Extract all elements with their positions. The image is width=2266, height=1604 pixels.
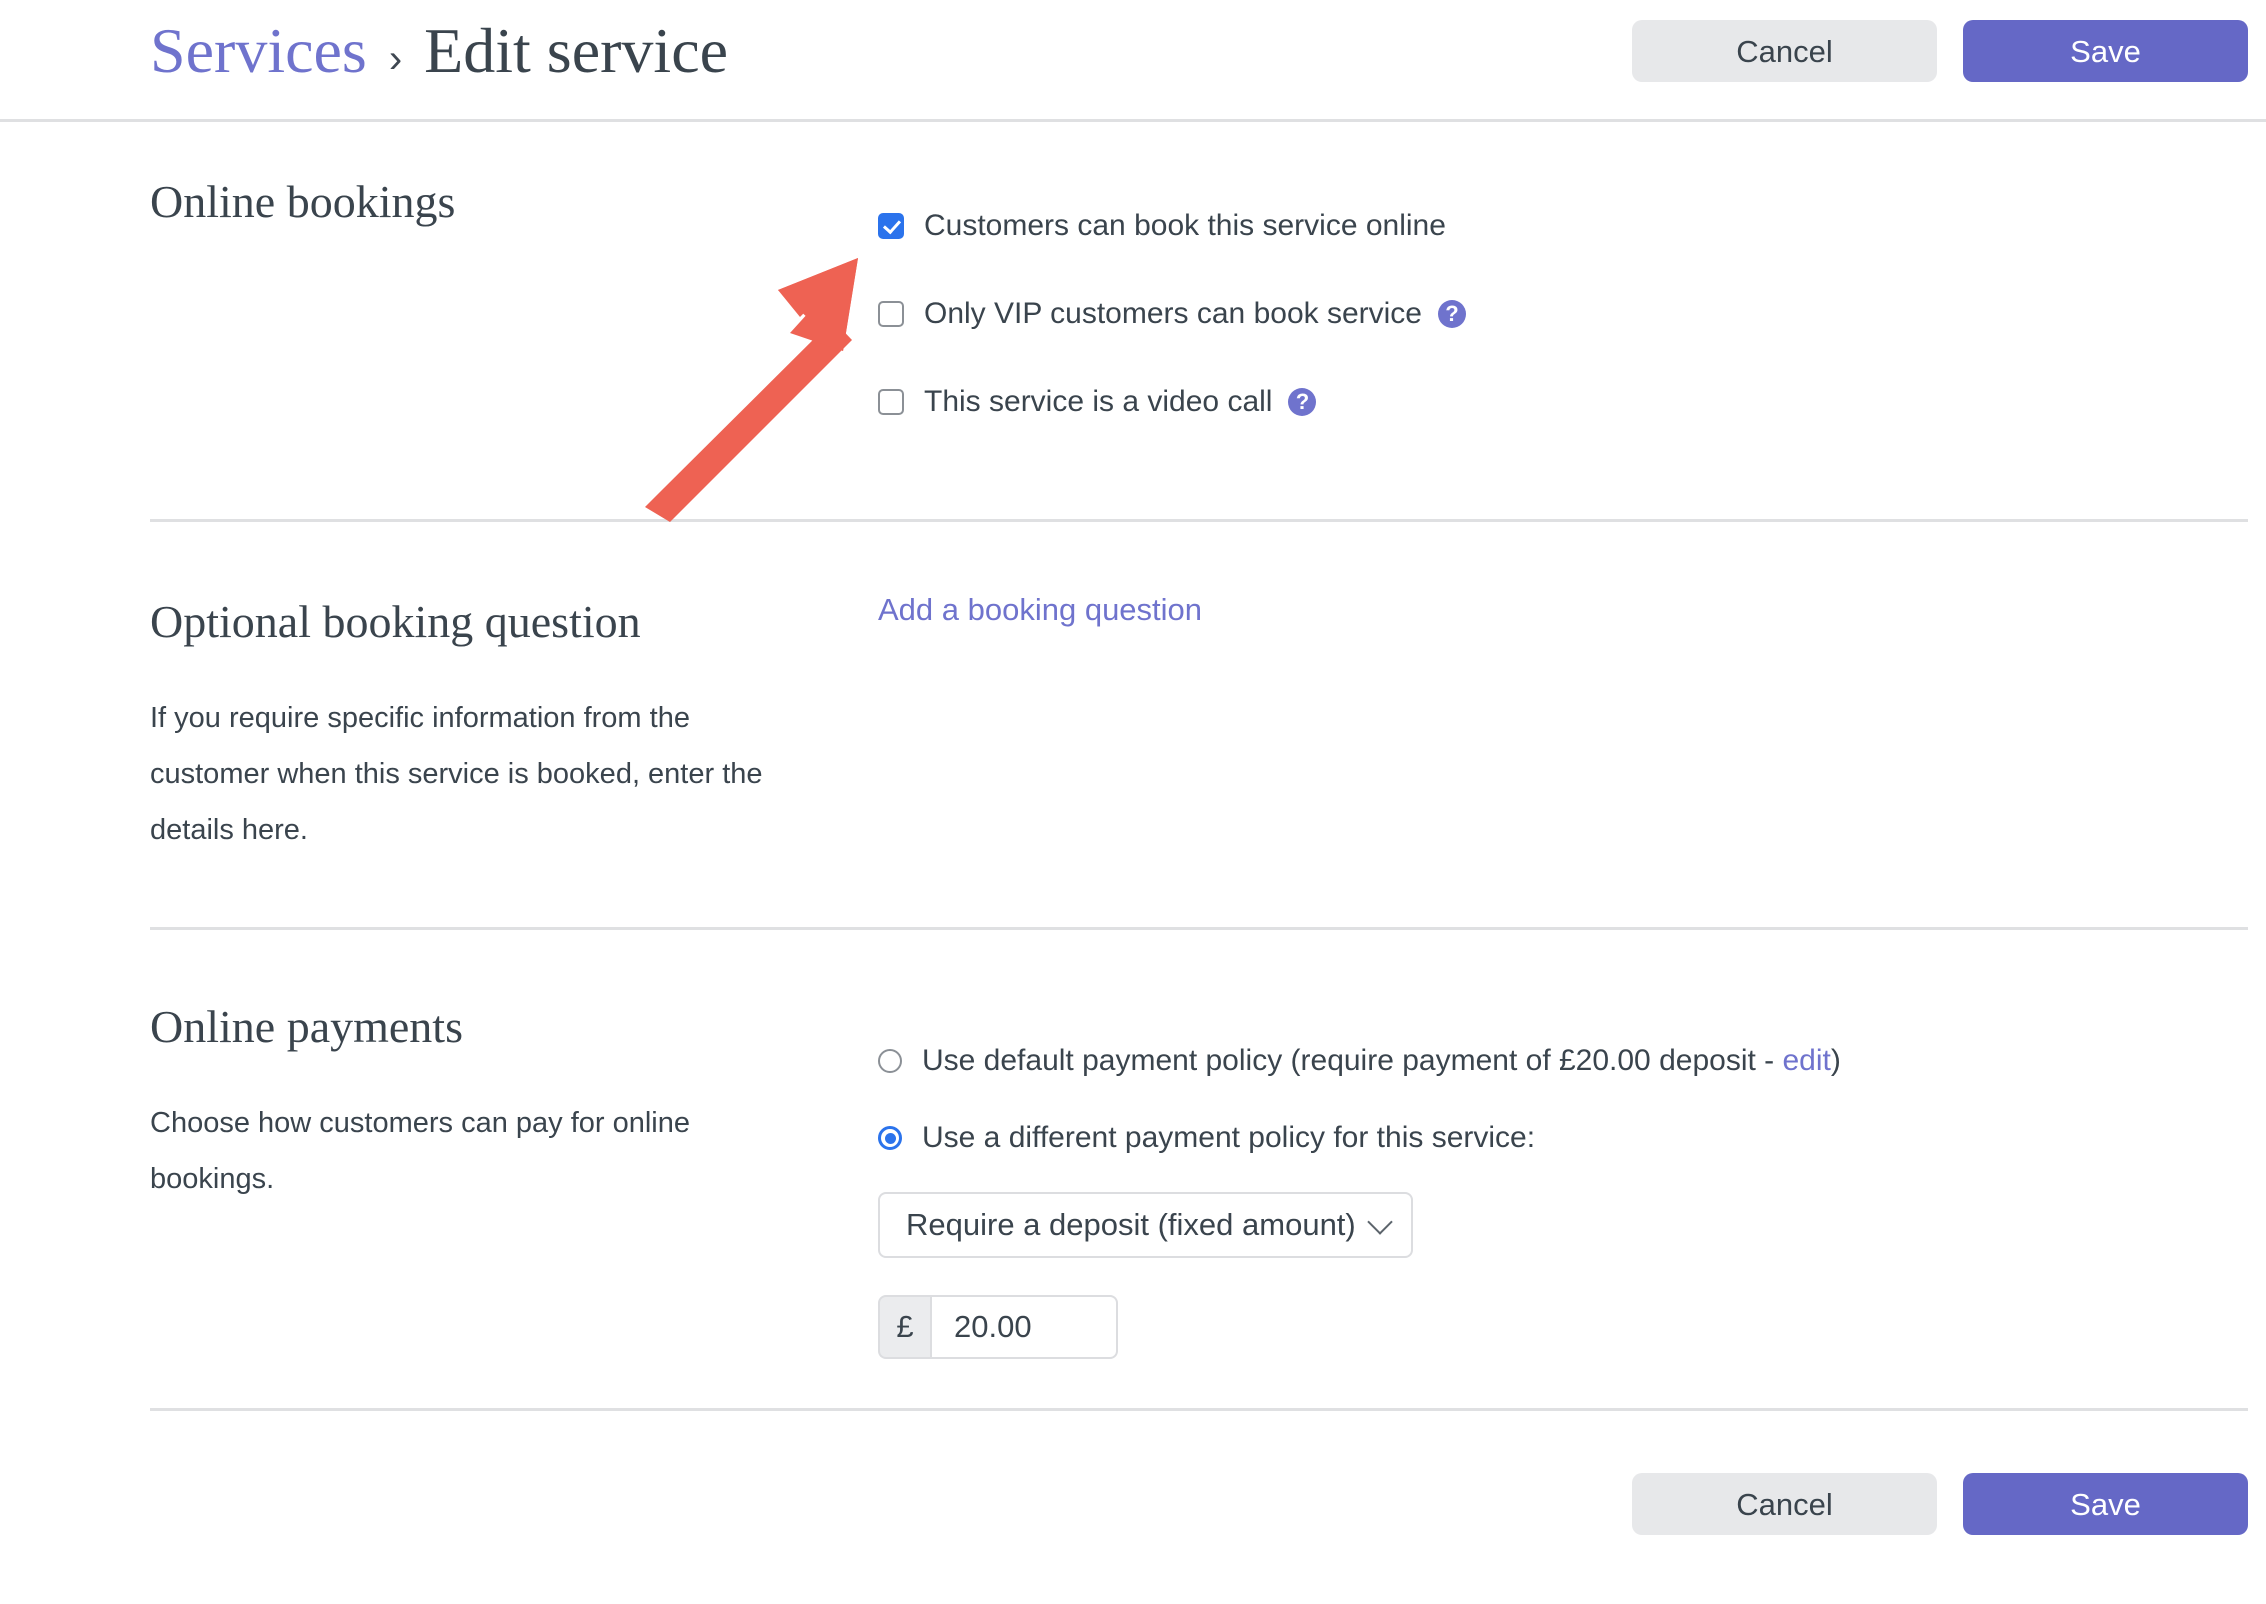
radio-row-default-policy[interactable]: Use default payment policy (require paym… <box>878 1044 1841 1078</box>
option-label-video-call: This service is a video call <box>924 385 1273 418</box>
payment-policy-select[interactable]: Require a deposit (fixed amount) <box>878 1192 1413 1258</box>
optional-booking-question-heading: Optional booking question <box>150 596 641 647</box>
customers-can-book-online-checkbox[interactable] <box>878 213 904 239</box>
section-divider-2 <box>150 927 2248 930</box>
chevron-down-icon <box>1367 1209 1393 1235</box>
online-payments-heading: Online payments <box>150 1001 463 1052</box>
radio-label-default-policy-prefix: Use default payment policy (require paym… <box>922 1044 1783 1077</box>
optional-booking-question-description: If you require specific information from… <box>150 702 763 846</box>
header-save-button[interactable]: Save <box>1963 20 2248 82</box>
page-title: Edit service <box>424 15 729 86</box>
section-divider-1 <box>150 519 2248 522</box>
online-payments-description: Choose how customers can pay for online … <box>150 1107 691 1195</box>
edit-service-page: Services › Edit service Cancel Save Onli… <box>0 0 2266 1604</box>
only-vip-customers-checkbox[interactable] <box>878 301 904 327</box>
option-row-book-online[interactable]: Customers can book this service online <box>878 209 1446 243</box>
section-divider-3 <box>150 1408 2248 1411</box>
radio-label-different-policy: Use a different payment policy for this … <box>922 1121 1536 1154</box>
add-booking-question-link[interactable]: Add a booking question <box>878 592 1202 628</box>
online-bookings-heading: Online bookings <box>150 176 456 227</box>
currency-prefix: £ <box>878 1295 930 1359</box>
help-icon-vip-only[interactable]: ? <box>1438 300 1466 328</box>
default-payment-policy-radio[interactable] <box>878 1049 902 1073</box>
option-label-book-online: Customers can book this service online <box>924 209 1446 242</box>
page-header: Services › Edit service Cancel Save <box>0 0 2266 122</box>
annotation-arrow-icon <box>645 258 858 522</box>
option-row-video-call[interactable]: This service is a video call ? <box>878 385 1317 419</box>
breadcrumb: Services › Edit service <box>150 14 728 88</box>
radio-row-different-policy[interactable]: Use a different payment policy for this … <box>878 1121 1535 1155</box>
breadcrumb-services-link[interactable]: Services <box>150 14 367 88</box>
video-call-checkbox[interactable] <box>878 389 904 415</box>
footer-cancel-button[interactable]: Cancel <box>1632 1473 1937 1535</box>
header-cancel-button[interactable]: Cancel <box>1632 20 1937 82</box>
option-label-vip-only: Only VIP customers can book service <box>924 297 1422 330</box>
edit-default-policy-link[interactable]: edit <box>1782 1044 1830 1077</box>
option-row-vip-only[interactable]: Only VIP customers can book service ? <box>878 297 1466 331</box>
radio-label-default-policy: Use default payment policy (require paym… <box>922 1044 1841 1078</box>
payment-policy-select-value: Require a deposit (fixed amount) <box>906 1207 1356 1242</box>
deposit-amount-group: £ 20.00 <box>878 1295 1118 1359</box>
help-icon-video-call[interactable]: ? <box>1288 388 1317 416</box>
footer-save-button[interactable]: Save <box>1963 1473 2248 1535</box>
radio-label-default-policy-suffix: ) <box>1830 1044 1841 1077</box>
different-payment-policy-radio[interactable] <box>878 1126 902 1150</box>
deposit-amount-input[interactable]: 20.00 <box>930 1295 1118 1359</box>
chevron-right-icon: › <box>388 37 403 81</box>
